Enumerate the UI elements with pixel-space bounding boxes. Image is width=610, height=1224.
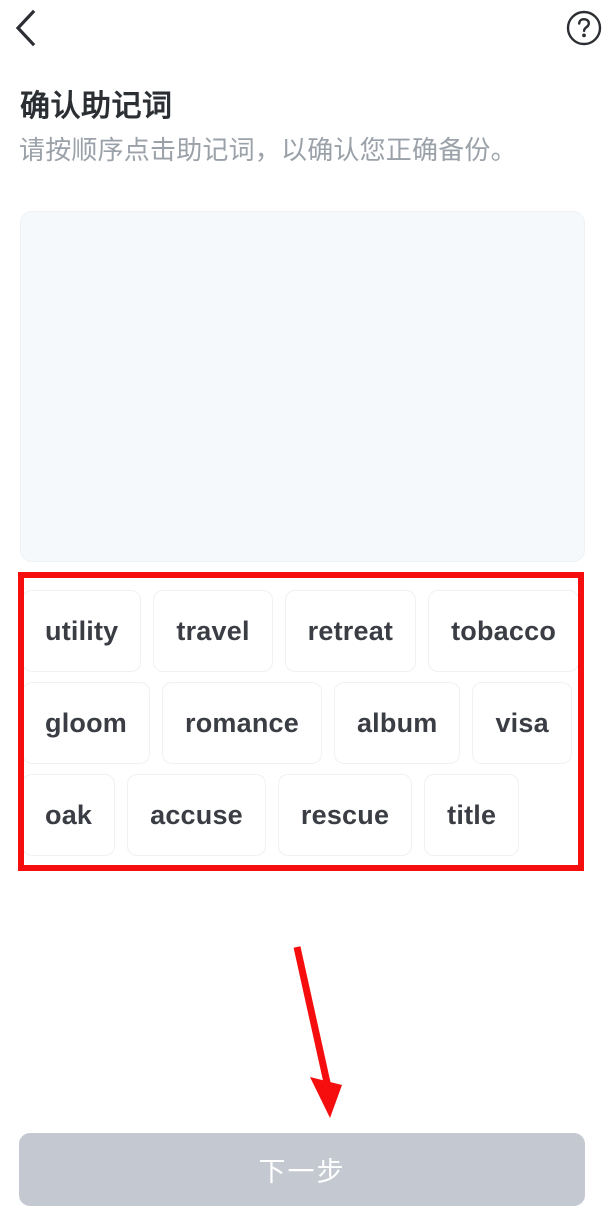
word-bank-row: oak accuse rescue title	[22, 772, 580, 858]
word-chip[interactable]: retreat	[284, 590, 417, 672]
word-chip[interactable]: utility	[22, 590, 142, 672]
word-bank-row: gloom romance album visa	[22, 680, 580, 766]
word-bank-rows: utility travel retreat tobacco gloom romance a…	[22, 580, 580, 858]
back-button[interactable]	[4, 4, 48, 52]
chevron-left-icon	[13, 8, 39, 48]
word-chip[interactable]: travel	[153, 590, 273, 672]
word-chip[interactable]: tobacco	[428, 590, 580, 672]
help-button[interactable]	[564, 8, 604, 48]
word-chip[interactable]: accuse	[127, 774, 266, 856]
confirm-mnemonic-screen: 确认助记词 请按顺序点击助记词，以确认您正确备份。 utility travel r…	[0, 0, 610, 1224]
page-subtitle: 请按顺序点击助记词，以确认您正确备份。	[19, 135, 517, 165]
word-chip[interactable]: visa	[472, 682, 572, 764]
word-bank: utility travel retreat tobacco gloom romance a…	[18, 572, 584, 872]
selected-words-panel[interactable]	[20, 211, 585, 562]
word-chip[interactable]: oak	[22, 774, 116, 856]
navigation-bar	[0, 0, 610, 62]
page-title: 确认助记词	[20, 90, 173, 123]
word-chip[interactable]: romance	[162, 682, 322, 764]
next-button[interactable]: 下一步	[19, 1133, 585, 1206]
word-bank-row: utility travel retreat tobacco	[22, 588, 580, 674]
word-chip[interactable]: gloom	[22, 682, 150, 764]
question-mark-circle-icon	[565, 9, 603, 47]
word-chip[interactable]: rescue	[277, 774, 413, 856]
word-chip[interactable]: album	[333, 682, 461, 764]
word-chip[interactable]: title	[424, 774, 520, 856]
annotation-arrow	[280, 935, 360, 1130]
